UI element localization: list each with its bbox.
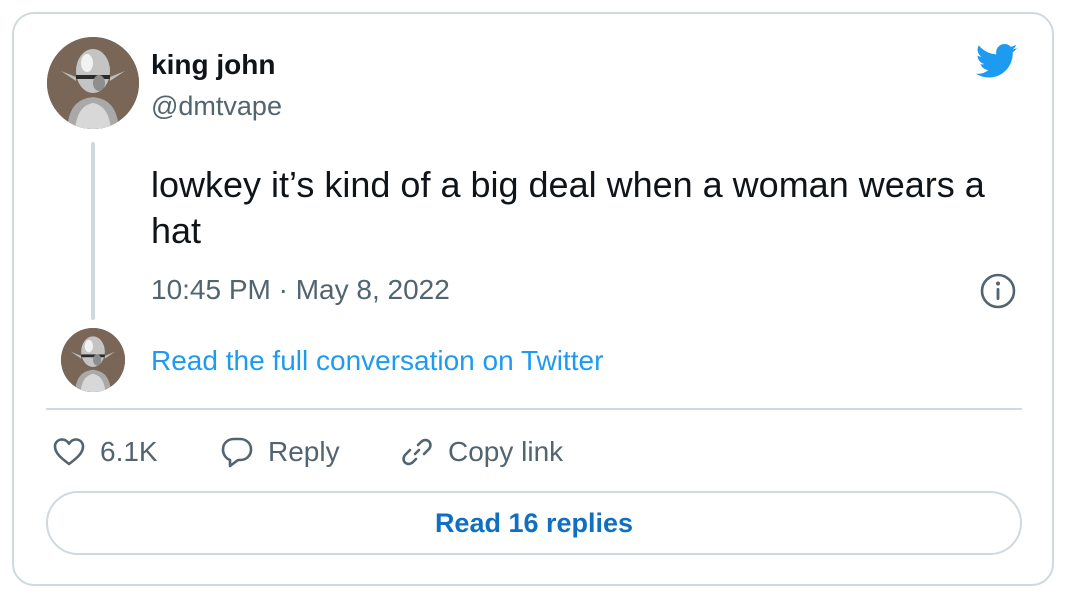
author-handle[interactable]: @dmtvape	[151, 89, 282, 123]
copy-link-button[interactable]: Copy link	[400, 432, 563, 472]
speech-bubble-icon	[221, 437, 253, 468]
twitter-bird-icon[interactable]	[973, 40, 1021, 82]
reply-label: Reply	[268, 436, 340, 467]
thread-avatar[interactable]	[61, 328, 125, 392]
thread-line	[91, 142, 95, 320]
read-replies-label: Read 16 replies	[434, 507, 634, 538]
author-avatar[interactable]	[47, 37, 139, 129]
link-icon	[402, 438, 432, 466]
copy-link-label: Copy link	[448, 436, 564, 467]
info-icon[interactable]	[979, 272, 1017, 310]
read-replies-button[interactable]: Read 16 replies	[46, 491, 1022, 555]
divider	[46, 408, 1022, 410]
tweet-timestamp[interactable]: 10:45 PM · May 8, 2022	[151, 272, 450, 308]
like-button[interactable]: 6.1K	[52, 432, 158, 472]
reply-button[interactable]: Reply	[220, 432, 340, 472]
read-full-conversation-link[interactable]: Read the full conversation on Twitter	[151, 343, 603, 379]
tweet-text: lowkey it’s kind of a big deal when a wo…	[151, 164, 985, 251]
like-count: 6.1K	[100, 436, 158, 467]
heart-icon	[53, 438, 85, 466]
author-name[interactable]: king john	[151, 48, 275, 82]
